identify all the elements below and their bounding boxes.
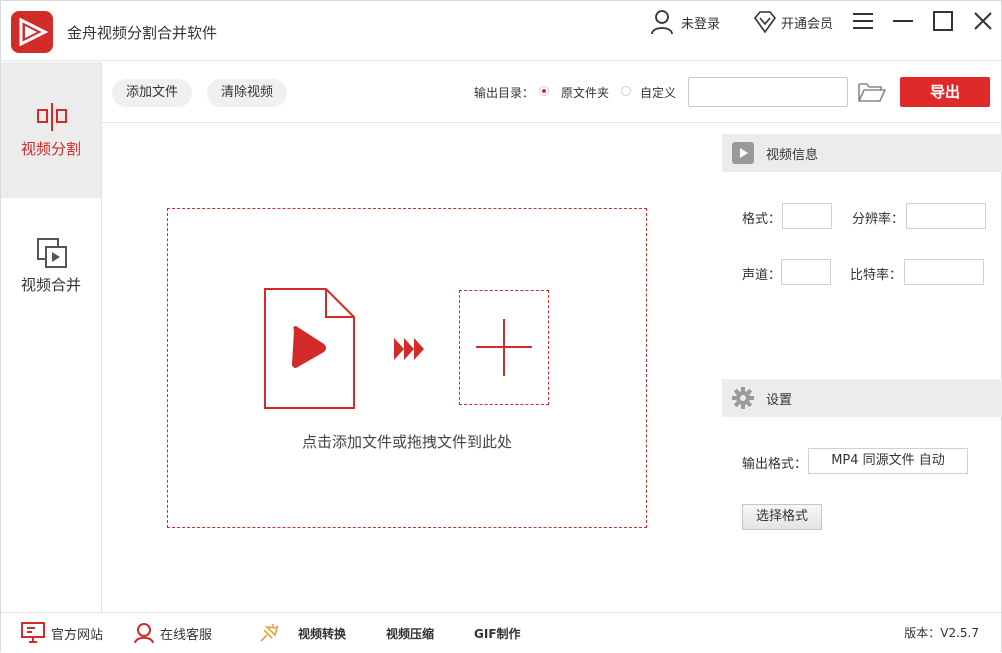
video-compress-link[interactable]: 视频压缩 xyxy=(386,613,434,653)
radio-source-folder-label[interactable]: 原文件夹 xyxy=(561,84,609,101)
diamond-icon xyxy=(753,11,777,34)
channel-field xyxy=(781,259,831,285)
video-convert-link[interactable]: 视频转换 xyxy=(298,613,346,653)
add-target-box[interactable] xyxy=(459,290,549,405)
resolution-field xyxy=(906,203,986,229)
vip-button[interactable]: 开通会员 xyxy=(753,9,833,35)
recommend-icon xyxy=(258,613,280,653)
output-dir-label: 输出目录： xyxy=(474,86,535,100)
plus-icon xyxy=(476,319,532,376)
bitrate-label: 比特率： xyxy=(850,268,903,283)
hamburger-icon[interactable] xyxy=(851,9,875,33)
monitor-icon xyxy=(21,622,45,643)
maximize-icon[interactable] xyxy=(931,9,955,33)
gear-icon xyxy=(732,387,754,409)
radio-custom[interactable] xyxy=(621,86,631,96)
clear-video-button[interactable]: 清除视频 xyxy=(207,79,288,107)
settings-title: 设置 xyxy=(766,393,793,408)
radio-custom-label[interactable]: 自定义 xyxy=(640,84,676,101)
footer: 官方网站 在线客服 视频转换 视频压缩 GIF制作 版本：V2.5.7 xyxy=(1,612,1001,652)
sidebar: 视频分割 视频合并 xyxy=(1,62,102,612)
video-info-icon xyxy=(732,142,754,164)
user-icon xyxy=(651,10,673,35)
format-label: 格式： xyxy=(742,212,782,227)
split-icon xyxy=(37,103,67,131)
login-label: 未登录 xyxy=(681,16,721,32)
output-format-label: 输出格式： xyxy=(742,457,808,472)
vip-label: 开通会员 xyxy=(781,16,834,32)
folder-open-icon[interactable] xyxy=(857,80,887,104)
sidebar-item-label: 视频合并 xyxy=(20,276,81,294)
add-file-button[interactable]: 添加文件 xyxy=(112,79,193,107)
sidebar-item-label: 视频分割 xyxy=(20,140,81,158)
version-label: 版本：V2.5.7 xyxy=(904,626,979,640)
video-info-title: 视频信息 xyxy=(766,148,819,163)
sidebar-item-merge[interactable]: 视频合并 xyxy=(1,198,101,334)
official-site-link[interactable]: 官方网站 xyxy=(21,613,103,653)
output-path-input[interactable] xyxy=(688,77,848,107)
settings-header: 设置 xyxy=(722,379,1002,417)
sidebar-item-split[interactable]: 视频分割 xyxy=(1,62,101,198)
app-logo-icon xyxy=(11,11,53,53)
online-support-label: 在线客服 xyxy=(160,627,213,643)
login-button[interactable]: 未登录 xyxy=(649,9,720,35)
app-title: 金舟视频分割合并软件 xyxy=(67,24,218,42)
online-support-link[interactable]: 在线客服 xyxy=(134,613,212,653)
channel-label: 声道： xyxy=(742,268,782,283)
support-agent-icon xyxy=(134,623,154,644)
title-bar: 金舟视频分割合并软件 未登录 开通会员 xyxy=(1,1,1001,61)
drop-hint: 点击添加文件或拖拽文件到此处 xyxy=(301,433,512,451)
toolbar: 添加文件 清除视频 输出目录： 原文件夹 自定义 导出 xyxy=(102,62,1002,123)
choose-format-button[interactable]: 选择格式 xyxy=(742,504,822,530)
radio-source-folder[interactable] xyxy=(539,86,549,96)
output-format-field[interactable]: MP4 同源文件 自动 xyxy=(808,448,968,474)
close-icon[interactable] xyxy=(971,9,995,33)
format-field xyxy=(782,203,832,229)
video-info-header: 视频信息 xyxy=(722,134,1002,172)
app-window: 金舟视频分割合并软件 未登录 开通会员 视频分割 视频合并 添加文件 清除视频 … xyxy=(0,0,1002,652)
gif-maker-link[interactable]: GIF制作 xyxy=(474,613,521,653)
official-site-label: 官方网站 xyxy=(51,627,104,643)
minimize-icon[interactable] xyxy=(891,9,915,33)
resolution-label: 分辨率： xyxy=(852,212,905,227)
file-drop-zone[interactable]: 点击添加文件或拖拽文件到此处 xyxy=(167,208,647,528)
bitrate-field xyxy=(904,259,984,285)
video-file-icon xyxy=(264,288,355,409)
merge-icon xyxy=(37,238,67,268)
arrows-icon xyxy=(394,338,424,360)
export-button[interactable]: 导出 xyxy=(900,77,990,107)
